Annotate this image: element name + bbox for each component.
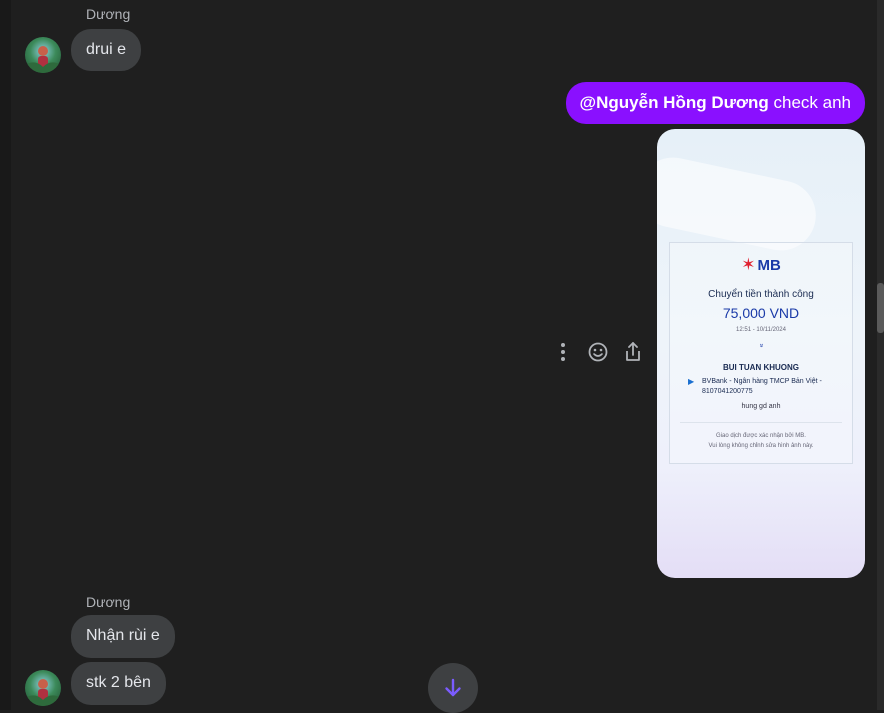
receipt-footer-line: Giao dịch được xác nhận bởi MB. [716, 433, 806, 439]
message-bubble[interactable]: drui e [71, 29, 142, 71]
share-icon[interactable] [622, 340, 644, 369]
scrollbar-thumb[interactable] [877, 283, 884, 333]
avatar-image [25, 46, 61, 73]
sender-name: Dương [86, 6, 131, 22]
receipt-recipient: BUI TUAN KHUONG [723, 363, 799, 372]
message-bubble[interactable]: stk 2 bên [71, 662, 166, 705]
receipt-card: ✶ MB Chuyển tiền thành công 75,000 VND 12… [669, 242, 853, 464]
left-panel-edge [0, 0, 11, 710]
message-text: check anh [768, 93, 851, 112]
avatar[interactable] [25, 670, 61, 706]
outgoing-message-bubble[interactable]: @Nguyễn Hồng Dương check anh [565, 82, 865, 124]
avatar[interactable] [25, 37, 61, 73]
scrollbar-track[interactable] [877, 0, 884, 710]
receipt-bank-line: BVBank - Ngân hàng TMCP Bản Việt - 81070… [702, 378, 822, 395]
image-attachment[interactable]: ✶ MB Chuyển tiền thành công 75,000 VND 12… [657, 129, 865, 578]
right-gutter [866, 0, 877, 710]
star-logo-icon: ✶ [741, 255, 756, 274]
receipt-footer-line: Vui lòng không chỉnh sửa hình ảnh này. [708, 443, 814, 449]
receipt-divider [680, 422, 842, 423]
receipt-note: hung gd anh [741, 403, 781, 410]
scroll-to-bottom-button[interactable] [428, 663, 478, 713]
arrow-down-icon [445, 678, 461, 697]
more-options-icon[interactable] [556, 341, 570, 368]
message-bubble[interactable]: Nhận rùi e [71, 615, 175, 658]
mention[interactable]: @Nguyễn Hồng Dương [580, 93, 769, 112]
receipt-footer: Giao dịch được xác nhận bởi MB. Vui lòng… [670, 431, 852, 451]
avatar-image [25, 679, 61, 706]
play-icon: ▶ [688, 377, 695, 386]
sender-name: Dương [86, 594, 131, 610]
smiley-icon[interactable] [587, 341, 609, 368]
